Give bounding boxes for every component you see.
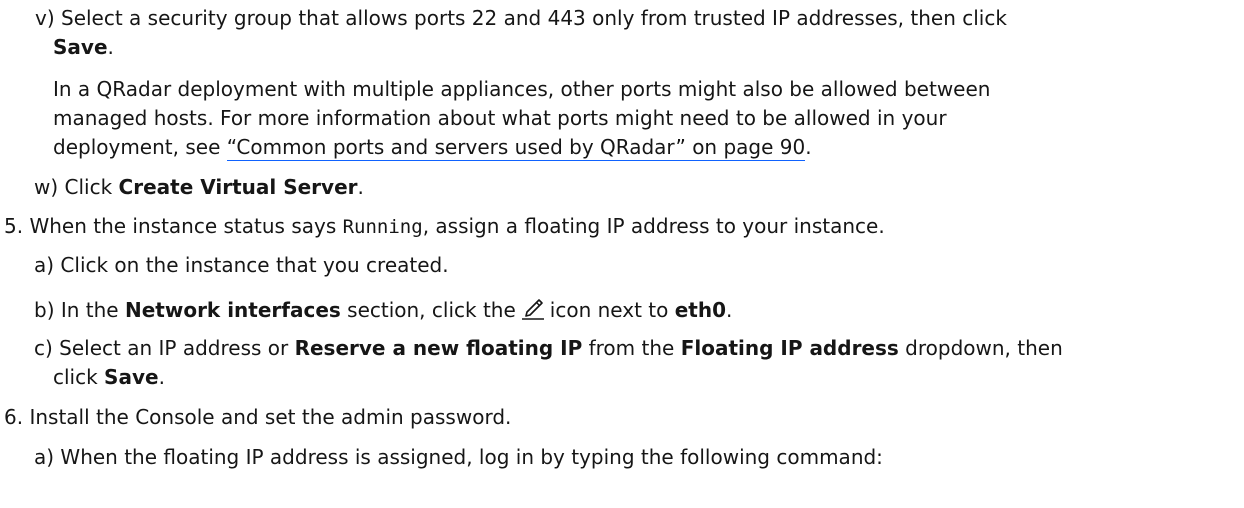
reserve-floating-ip-term: Reserve a new floating IP (294, 336, 583, 360)
step-6a-label: a) (34, 445, 55, 469)
step-5c-text-post: dropdown, then (898, 336, 1063, 360)
step-5b-label: b) (34, 298, 55, 322)
running-status-code: Running (342, 216, 423, 238)
step-6a-text: When the floating IP address is assigned… (60, 445, 883, 469)
period: . (107, 35, 114, 59)
step-5b: b) In the Network interfaces section, cl… (34, 295, 732, 325)
step-w: w) Click Create Virtual Server. (34, 173, 364, 202)
step-v-text: Select a security group that allows port… (61, 6, 1007, 30)
step-5b-text-post: icon next to (549, 298, 675, 322)
floating-ip-address-term: Floating IP address (680, 336, 899, 360)
period: . (725, 298, 733, 322)
step-6a: a) When the floating IP address is assig… (34, 443, 883, 472)
step-6-label: 6. (4, 405, 24, 429)
step-5b-text-mid: section, click the (340, 298, 516, 322)
step-5c-line-2: click Save. (53, 363, 165, 392)
step-5c: c) Select an IP address or Reserve a new… (34, 334, 1063, 363)
eth0-term: eth0 (674, 298, 726, 322)
pencil-edit-icon (521, 299, 544, 320)
step-5c-text-line-2: click (53, 365, 105, 389)
save-term: Save (104, 365, 159, 389)
step-v-note-line-1: In a QRadar deployment with multiple app… (53, 77, 991, 101)
create-virtual-server-term: Create Virtual Server (118, 175, 358, 199)
step-v-note-line-2: managed hosts. For more information abou… (53, 106, 947, 130)
step-5-text: When the instance status says (29, 214, 343, 238)
step-5a-text: Click on the instance that you created. (60, 253, 449, 277)
period: . (805, 135, 812, 159)
step-5c-label: c) (34, 336, 53, 360)
document-page: v) Select a security group that allows p… (0, 0, 1244, 508)
period: . (158, 365, 165, 389)
step-5a-label: a) (34, 253, 55, 277)
save-term: Save (53, 35, 108, 59)
step-5-label: 5. (4, 214, 24, 238)
step-v-note-line-3: deployment, see “Common ports and server… (53, 133, 812, 162)
step-5-text-end: , assign a floating IP address to your i… (422, 214, 885, 238)
step-5c-text-mid: from the (582, 336, 681, 360)
network-interfaces-term: Network interfaces (124, 298, 341, 322)
note-text: deployment, see (53, 135, 227, 159)
step-6-text: Install the Console and set the admin pa… (29, 405, 512, 429)
common-ports-link[interactable]: “Common ports and servers used by QRadar… (226, 135, 806, 161)
step-6: 6. Install the Console and set the admin… (4, 403, 511, 432)
period: . (357, 175, 364, 199)
step-5b-text: In the (60, 298, 125, 322)
step-5: 5. When the instance status says Running… (4, 212, 885, 242)
step-w-label: w) (34, 175, 59, 199)
step-v-label: v) (35, 6, 55, 30)
step-5a: a) Click on the instance that you create… (34, 251, 449, 280)
step-5c-text: Select an IP address or (59, 336, 295, 360)
step-v-line-2: Save. (53, 33, 114, 62)
step-v-line-1: v) Select a security group that allows p… (35, 4, 1007, 33)
step-w-text: Click (64, 175, 119, 199)
